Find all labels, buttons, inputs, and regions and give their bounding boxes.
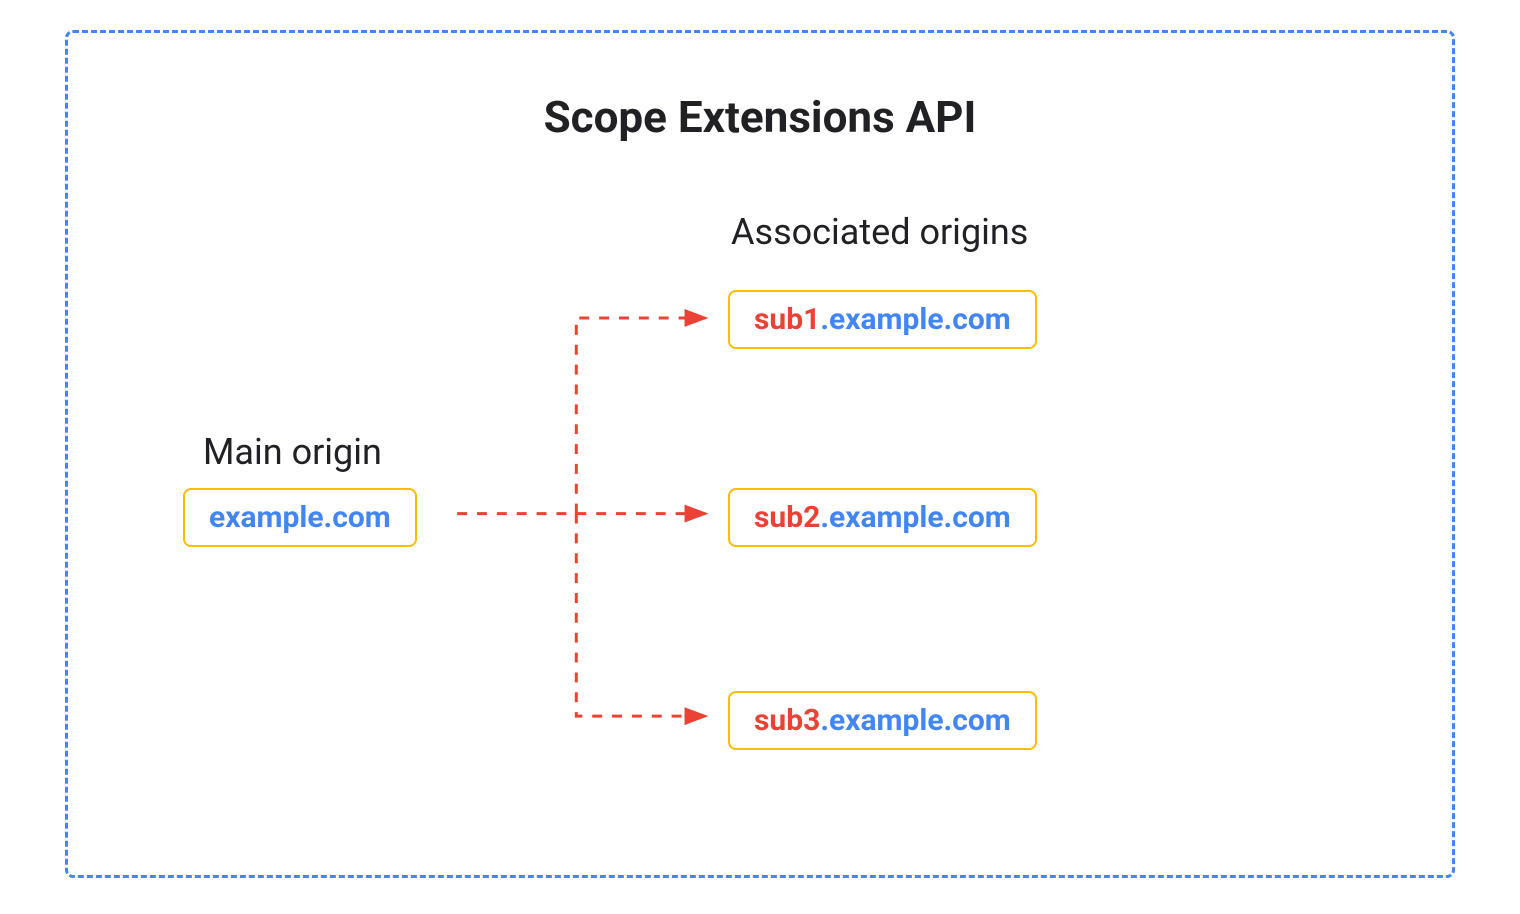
sub-prefix-3: sub3 — [754, 703, 820, 738]
domain-suffix-1: .example.com — [820, 302, 1010, 337]
sub-prefix-2: sub2 — [754, 500, 820, 535]
diagram-title: Scope Extensions API — [68, 91, 1452, 143]
sub-prefix-1: sub1 — [754, 302, 820, 337]
associated-origin-box-1: sub1.example.com — [728, 290, 1037, 349]
main-origin-box: example.com — [183, 488, 417, 547]
associated-origin-box-2: sub2.example.com — [728, 488, 1037, 547]
diagram-container: Scope Extensions API Main origin Associa… — [65, 30, 1455, 878]
domain-suffix-2: .example.com — [820, 500, 1010, 535]
main-origin-domain: example.com — [209, 500, 391, 535]
main-origin-label: Main origin — [203, 431, 382, 473]
associated-origin-box-3: sub3.example.com — [728, 691, 1037, 750]
associated-origins-label: Associated origins — [731, 211, 1028, 253]
domain-suffix-3: .example.com — [820, 703, 1010, 738]
